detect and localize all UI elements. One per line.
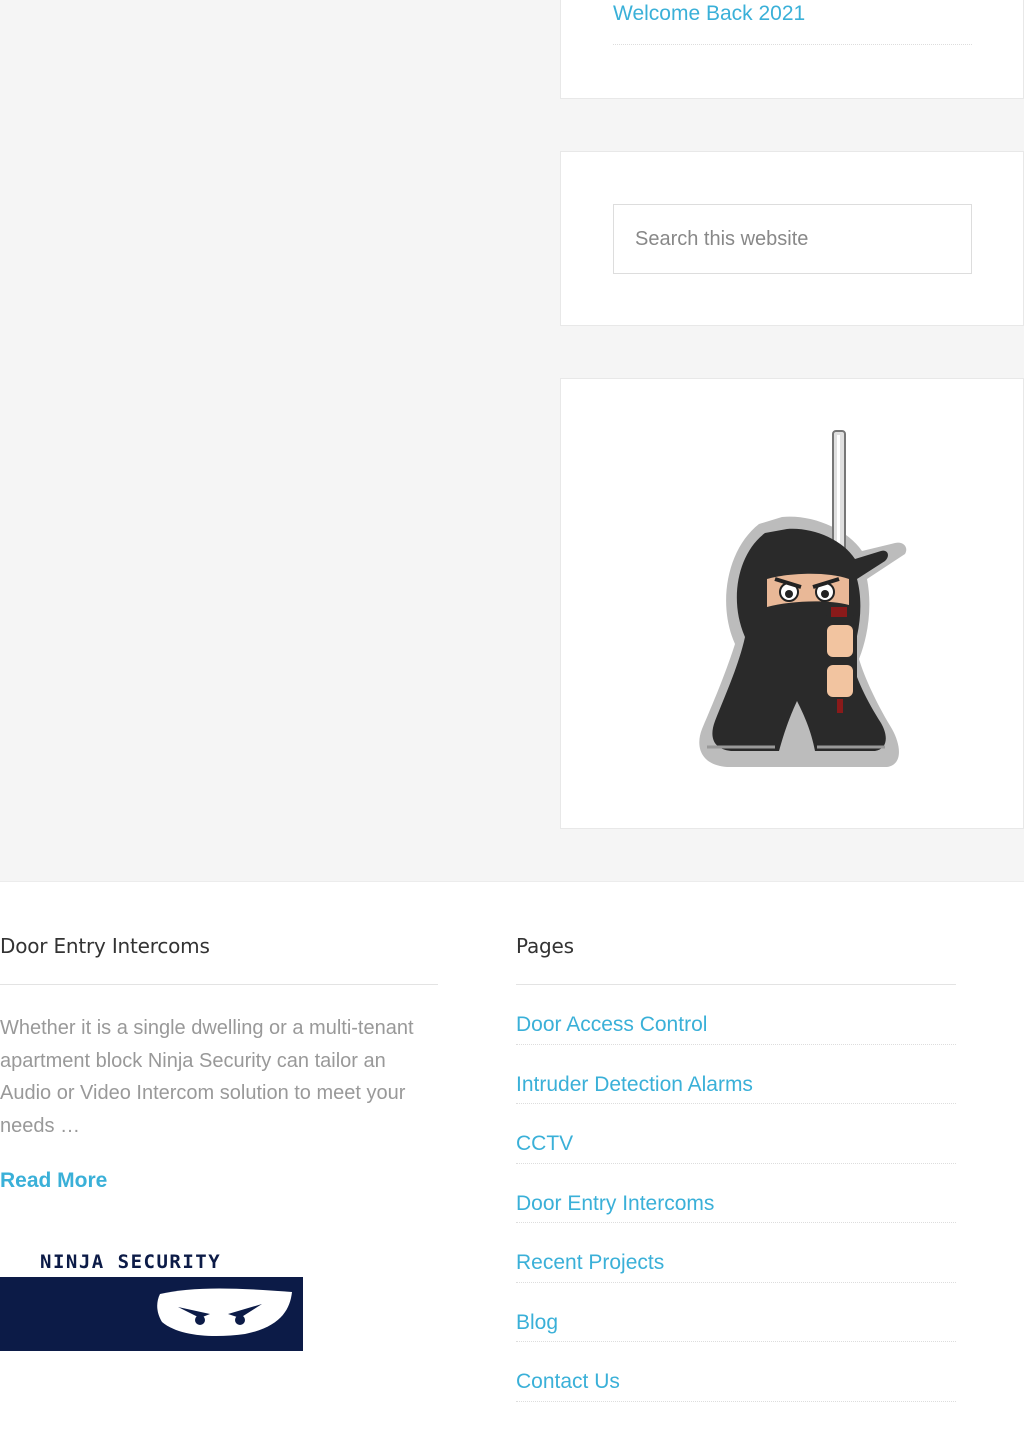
ninja-security-logo[interactable]: NINJA SECURITY — [0, 1242, 303, 1352]
image-widget — [560, 378, 1024, 829]
list-item: Blog — [516, 1283, 956, 1342]
page-link-blog[interactable]: Blog — [516, 1311, 558, 1335]
page-link-recent-projects[interactable]: Recent Projects — [516, 1251, 664, 1275]
pages-list: Door Access Control Intruder Detection A… — [516, 985, 956, 1402]
list-item: Intruder Detection Alarms — [516, 1045, 956, 1104]
search-input[interactable] — [613, 204, 972, 274]
page-link-door-entry-intercoms[interactable]: Door Entry Intercoms — [516, 1192, 714, 1216]
search-widget — [560, 151, 1024, 326]
footer-right-title: Pages — [516, 934, 574, 958]
page-link-intruder-detection-alarms[interactable]: Intruder Detection Alarms — [516, 1073, 753, 1097]
page-link-contact-us[interactable]: Contact Us — [516, 1370, 620, 1394]
page-link-cctv[interactable]: CCTV — [516, 1132, 573, 1156]
footer-widgets: Door Entry Intercoms Whether it is a sin… — [0, 881, 1024, 1449]
list-item: Contact Us — [516, 1342, 956, 1402]
list-item: Recent Projects — [516, 1223, 956, 1283]
post-excerpt: Whether it is a single dwelling or a mul… — [0, 1017, 414, 1137]
list-item: Door Entry Intercoms — [516, 1164, 956, 1223]
list-item: Door Access Control — [516, 985, 956, 1045]
divider — [0, 984, 438, 985]
read-more-link[interactable]: Read More — [0, 1169, 107, 1193]
svg-text:NINJA SECURITY: NINJA SECURITY — [40, 1251, 221, 1273]
page-link-door-access-control[interactable]: Door Access Control — [516, 1013, 707, 1037]
recent-post-link[interactable]: Welcome Back 2021 — [613, 2, 805, 26]
recent-posts-widget: Welcome Back 2021 — [560, 0, 1024, 99]
list-item: CCTV — [516, 1104, 956, 1164]
divider — [613, 44, 972, 45]
ninja-mascot-icon — [687, 429, 909, 776]
footer-left-title: Door Entry Intercoms — [0, 934, 210, 958]
